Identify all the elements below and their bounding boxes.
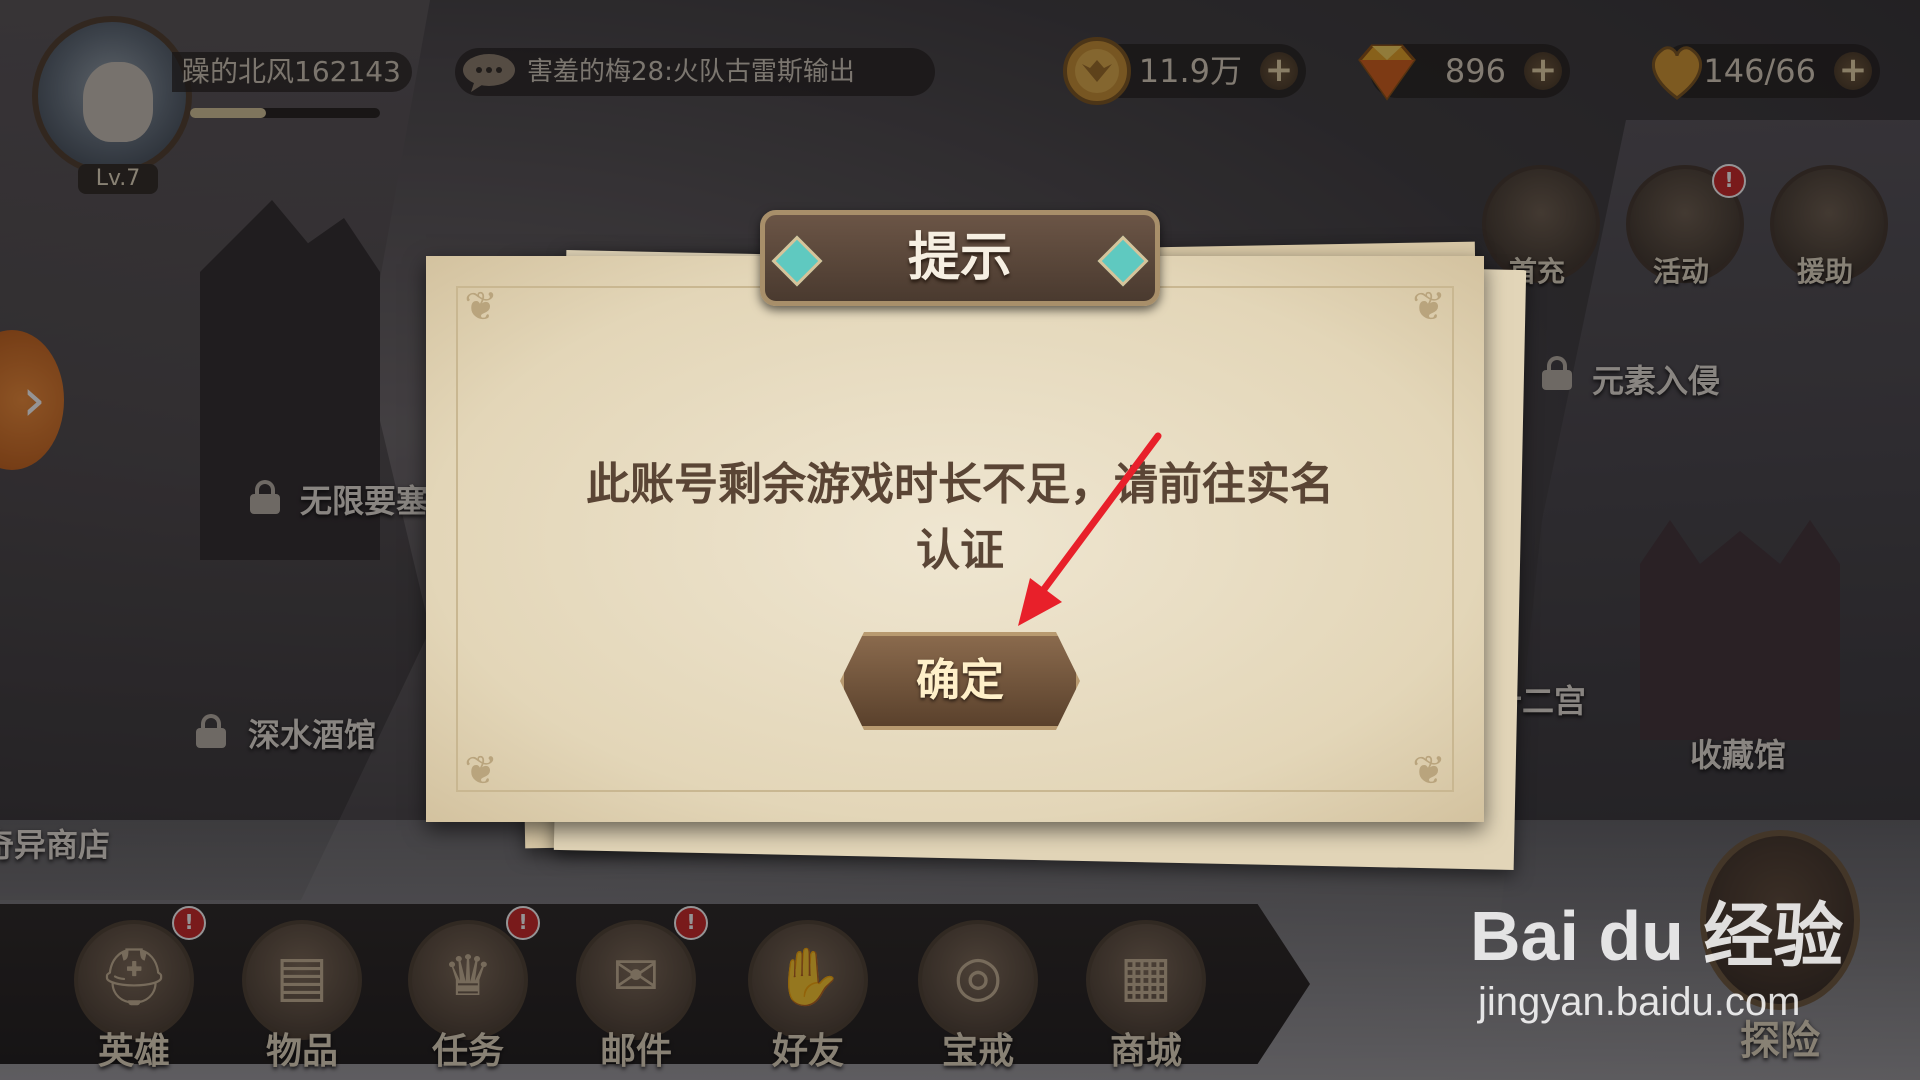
- dialog-message-line1: 此账号剩余游戏时长不足，请前往实名: [586, 459, 1334, 510]
- watermark-url: jingyan.baidu.com: [1478, 980, 1801, 1024]
- ornament-icon: ❦: [464, 284, 498, 330]
- game-screen: 元素入侵 无限要塞 深水酒馆 奇异商店 十二宫 收藏馆 › Lv.7 躁的北风1…: [0, 0, 1920, 1080]
- confirm-label: 确定: [916, 655, 1004, 706]
- watermark-logo: Bai du 经验: [1470, 897, 1844, 975]
- dialog-title: 提示: [907, 228, 1012, 288]
- ornament-icon: ❦: [1412, 284, 1446, 330]
- confirm-button[interactable]: 确定: [840, 632, 1080, 730]
- ornament-icon: ❦: [464, 748, 498, 794]
- baidu-jingyan-watermark: Bai du 经验 jingyan.baidu.com: [1470, 880, 1843, 1040]
- dialog-message: 此账号剩余游戏时长不足，请前往实名 认证: [480, 452, 1440, 584]
- dialog-message-line2: 认证: [916, 525, 1004, 576]
- ornament-icon: ❦: [1412, 748, 1446, 794]
- dialog-title-plate: 提示: [760, 210, 1160, 306]
